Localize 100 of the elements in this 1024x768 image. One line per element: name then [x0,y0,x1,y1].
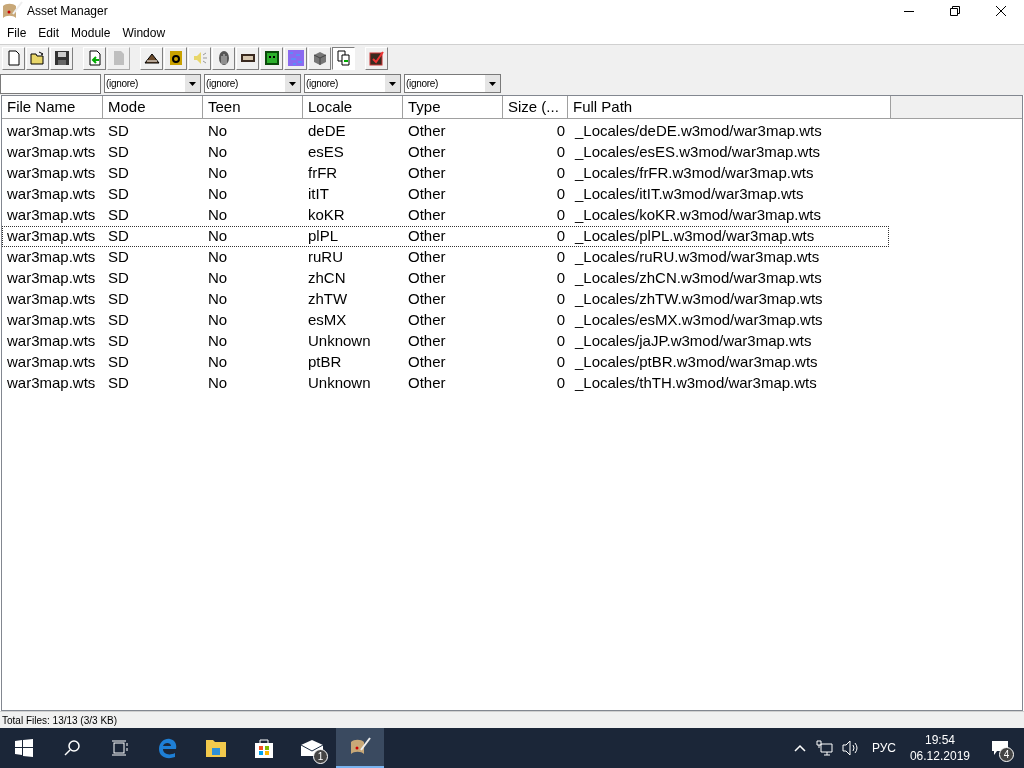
table-cell-text: Other [407,373,447,394]
table-cell-text: Other [407,121,447,142]
page-arrow-icon [86,50,103,66]
table-cell-text: _Locales/ruRU.w3mod/war3map.wts [573,247,821,268]
letter-icon [167,50,184,66]
column-header[interactable]: Locale [303,96,403,118]
pages-icon [335,50,352,66]
table-cell-text: 0 [555,310,566,331]
chevron-up-icon[interactable] [793,744,806,752]
face-icon [263,50,280,66]
table-row[interactable]: war3map.wts SD No frFR Other 0 _Locales/frFR.w3mod/war3map.wts [2,163,889,184]
table-cell-text: Other [407,268,447,289]
table-row[interactable]: war3map.wts SD No esES Other 0 _Locales/esES.w3mod/war3map.wts [2,142,889,163]
table-row[interactable]: war3map.wts SD No plPL Other 0 _Locales/plPL.w3mod/war3map.wts [2,226,889,247]
column-header[interactable]: Teen [203,96,303,118]
clock[interactable]: 19:54 06.12.2019 [909,732,970,764]
filter-dropdown[interactable]: (ignore) [304,74,401,93]
table-cell-text: No [207,121,229,142]
table-cell-text: 0 [555,142,566,163]
table-row[interactable]: war3map.wts SD No ptBR Other 0 _Locales/ptBR.w3mod/war3map.wts [2,352,889,373]
table-cell-text: _Locales/zhTW.w3mod/war3map.wts [573,289,824,310]
table-row[interactable]: war3map.wts SD No Unknown Other 0 _Locales/thTH.w3mod/war3map.wts [2,373,889,394]
table-cell-text: 0 [555,268,566,289]
table-cell-text: 0 [555,373,566,394]
table-cell-text: 0 [555,121,566,142]
table-cell-text: war3map.wts [6,205,97,226]
table-cell-text: _Locales/deDE.w3mod/war3map.wts [573,121,823,142]
checkbox-icon [368,50,385,66]
table-cell-text: itIT [307,184,330,205]
table-cell-text: Other [407,205,447,226]
table-row[interactable]: war3map.wts SD No koKR Other 0 _Locales/koKR.w3mod/war3map.wts [2,205,889,226]
table-cell-text: war3map.wts [6,331,97,352]
table-cell-text: Other [407,289,447,310]
minimize-icon [904,10,914,12]
table-cell-text: deDE [307,121,347,142]
table-cell-text: SD [107,331,130,352]
menu-item[interactable]: File [1,24,33,42]
table-cell-text: No [207,184,229,205]
column-header[interactable]: File Name [2,96,103,118]
table-cell-text: Other [407,352,447,373]
filter-dropdown[interactable]: (ignore) [204,74,301,93]
table-cell-text: war3map.wts [6,352,97,373]
table-cell-text: Other [407,226,447,247]
table-cell-text: SD [107,247,130,268]
table-cell-text: 0 [555,205,566,226]
table-cell-text: koKR [307,205,346,226]
table-row[interactable]: war3map.wts SD No zhTW Other 0 _Locales/zhTW.w3mod/war3map.wts [2,289,889,310]
column-header[interactable]: Full Path [568,96,891,118]
table-cell-text: esES [307,142,345,163]
table-cell-text: SD [107,268,130,289]
table-cell-text: Other [407,163,447,184]
restore-icon [950,6,960,16]
table-cell-text: _Locales/ptBR.w3mod/war3map.wts [573,352,819,373]
texture-icon [287,50,304,66]
table-cell-text: war3map.wts [6,373,97,394]
browser-e-icon [157,737,179,759]
table-cell-text: war3map.wts [6,184,97,205]
menu-item[interactable]: Window [116,24,172,42]
table-row[interactable]: war3map.wts SD No ruRU Other 0 _Locales/ruRU.w3mod/war3map.wts [2,247,889,268]
table-cell-text: 0 [555,226,566,247]
volume-icon[interactable] [841,740,860,756]
shopping-bag-icon [253,737,275,759]
table-cell-text: Unknown [307,331,372,352]
table-cell-text: SD [107,163,130,184]
table-cell-text: zhTW [307,289,349,310]
filter-input-field[interactable] [0,73,101,94]
window-title: Asset Manager [27,3,108,20]
table-row[interactable]: war3map.wts SD No esMX Other 0 _Locales/esMX.w3mod/war3map.wts [2,310,889,331]
table-cell-text: No [207,373,229,394]
speaker-icon [191,50,208,66]
action-center-button[interactable]: 4 [976,728,1024,768]
table-cell-text: SD [107,205,130,226]
table-cell-text: No [207,163,229,184]
task-view-icon [111,739,129,757]
filter-dropdown[interactable]: (ignore) [104,74,201,93]
table-row[interactable]: war3map.wts SD No itIT Other 0 _Locales/itIT.w3mod/war3map.wts [2,184,889,205]
table-cell-text: _Locales/zhCN.w3mod/war3map.wts [573,268,823,289]
table-row[interactable]: war3map.wts SD No Unknown Other 0 _Locales/jaJP.w3mod/war3map.wts [2,331,889,352]
table-cell-text: zhCN [307,268,347,289]
table-row[interactable]: war3map.wts SD No deDE Other 0 _Locales/deDE.w3mod/war3map.wts [2,121,889,142]
table-cell-text: 0 [555,289,566,310]
network-icon[interactable] [815,740,834,756]
table-row[interactable]: war3map.wts SD No zhCN Other 0 _Locales/zhCN.w3mod/war3map.wts [2,268,889,289]
table-cell-text: _Locales/frFR.w3mod/war3map.wts [573,163,815,184]
column-header[interactable]: Type [403,96,503,118]
table-cell-text: _Locales/esMX.w3mod/war3map.wts [573,310,824,331]
column-header[interactable]: Size (... [503,96,568,118]
filter-dropdown[interactable]: (ignore) [404,74,501,93]
table-cell-text: 0 [555,184,566,205]
language-indicator[interactable]: РУС [871,739,896,757]
table-cell-text: SD [107,184,130,205]
taskbar-button[interactable]: 1 [288,728,336,768]
table-cell-text: SD [107,373,130,394]
table-cell-text: war3map.wts [6,289,97,310]
table-cell-text: Other [407,310,447,331]
column-header[interactable]: Mode [103,96,203,118]
menu-item[interactable]: Module [65,24,117,42]
menu-item[interactable]: Edit [32,24,66,42]
table-cell-text: 0 [555,331,566,352]
blank-page-icon [5,50,22,66]
